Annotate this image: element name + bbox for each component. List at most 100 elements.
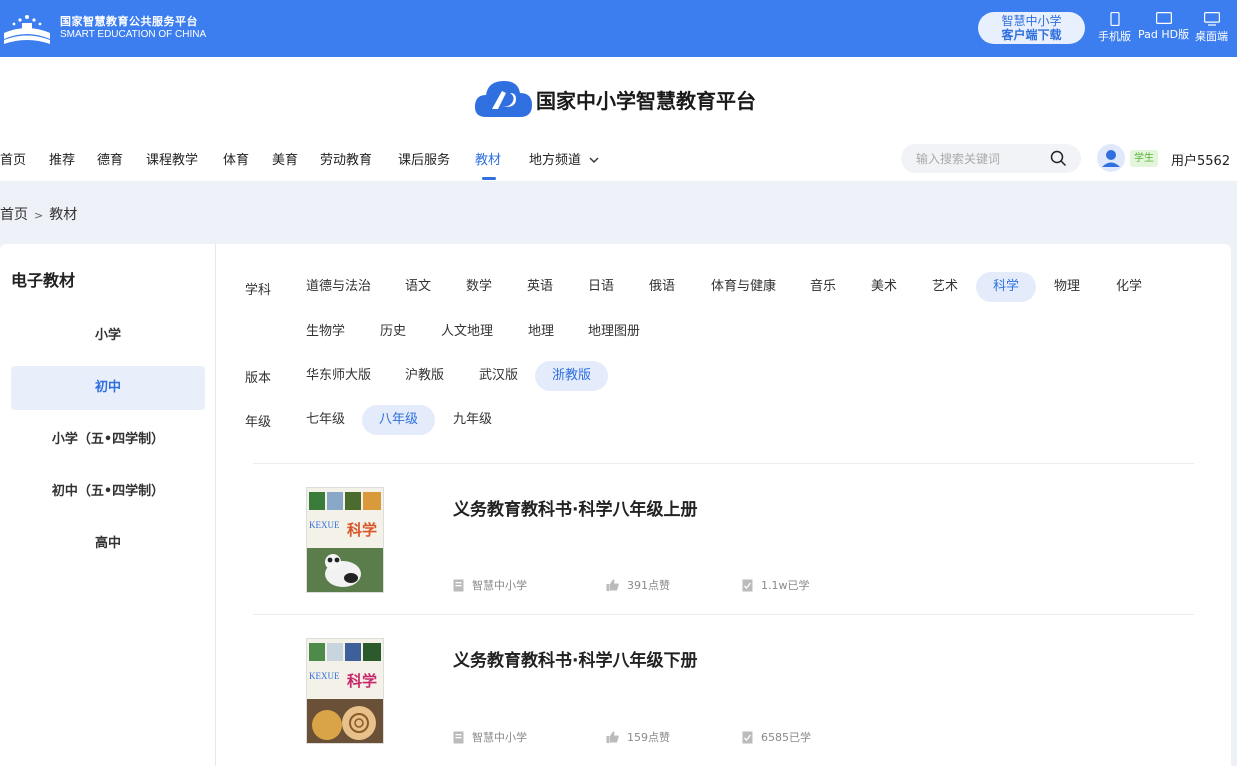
book-publisher: 智慧中小学 xyxy=(453,729,527,745)
document-icon xyxy=(453,731,464,743)
breadcrumb-current: 教材 xyxy=(49,207,78,223)
device-desktop[interactable]: 桌面端 xyxy=(1195,12,1228,44)
breadcrumb: 首页 > 教材 xyxy=(0,204,77,224)
device-pad-label: Pad HD版 xyxy=(1138,28,1190,41)
breadcrumb-home[interactable]: 首页 xyxy=(0,207,28,223)
device-pad[interactable]: Pad HD版 xyxy=(1138,12,1189,42)
search-input[interactable]: 输入搜索关键词 xyxy=(916,150,1000,167)
role-badge: 学生 xyxy=(1130,150,1158,167)
document-icon xyxy=(453,579,464,591)
search-icon[interactable] xyxy=(1050,150,1067,167)
sidebar-item-junior[interactable]: 初中 xyxy=(11,366,205,410)
study-icon xyxy=(742,731,753,743)
download-line1: 智慧中小学 xyxy=(1001,14,1062,28)
book-cover-image: KEXUE 科学 xyxy=(307,639,383,743)
device-desktop-label: 桌面端 xyxy=(1195,30,1228,43)
smart-education-logo-icon xyxy=(4,15,50,44)
subject-chip[interactable]: 道德与法治 xyxy=(289,272,388,302)
sidebar: 电子教材 小学 初中 小学（五•四学制） 初中（五•四学制） 高中 xyxy=(0,244,216,766)
cover-pinyin: KEXUE xyxy=(309,520,340,530)
breadcrumb-separator: > xyxy=(34,209,44,222)
cover-title: 科学 xyxy=(347,521,377,539)
subject-chip[interactable]: 艺术 xyxy=(915,272,975,302)
client-download-button[interactable]: 智慧中小学 客户端下载 xyxy=(978,12,1085,44)
edition-chip[interactable]: 沪教版 xyxy=(388,361,461,391)
device-phone[interactable]: 手机版 xyxy=(1098,12,1131,44)
subject-chip[interactable]: 俄语 xyxy=(632,272,692,302)
cover-pinyin: KEXUE xyxy=(309,671,340,681)
cloud-logo-icon xyxy=(474,81,532,117)
learned-text: 6585已学 xyxy=(761,731,811,744)
sidebar-item-senior[interactable]: 高中 xyxy=(11,522,205,566)
book-title[interactable]: 义务教育教科书·科学八年级下册 xyxy=(453,646,697,671)
site-title: 国家中小学智慧教育平台 xyxy=(536,88,756,113)
nav-labor[interactable]: 劳动教育 xyxy=(320,149,372,168)
edition-chip[interactable]: 武汉版 xyxy=(462,361,535,391)
avatar[interactable] xyxy=(1097,144,1125,172)
cover-title: 科学 xyxy=(347,672,377,690)
top-bar: 国家智慧教育公共服务平台 SMART EDUCATION OF CHINA 智慧… xyxy=(0,0,1237,57)
subject-chip[interactable]: 音乐 xyxy=(793,272,853,302)
grade-filter-label: 年级 xyxy=(245,415,272,430)
sidebar-item-primary-54[interactable]: 小学（五•四学制） xyxy=(11,418,205,462)
subject-chip[interactable]: 历史 xyxy=(363,317,423,347)
nav-textbooks[interactable]: 教材 xyxy=(475,149,501,168)
book-title[interactable]: 义务教育教科书·科学八年级上册 xyxy=(453,495,697,520)
brand[interactable]: 国家智慧教育公共服务平台 SMART EDUCATION OF CHINA xyxy=(0,8,206,48)
subject-chip[interactable]: 地理 xyxy=(511,317,571,347)
nav-moral[interactable]: 德育 xyxy=(97,149,123,168)
book-likes[interactable]: 159点赞 xyxy=(606,729,670,745)
site-logo[interactable]: 国家中小学智慧教育平台 xyxy=(472,77,756,121)
site-header: 国家中小学智慧教育平台 首页 推荐 德育 课程教学 体育 美育 劳动教育 课后服… xyxy=(0,57,1237,181)
subject-chip[interactable]: 英语 xyxy=(510,272,570,302)
list-item[interactable]: KEXUE 科学 义务教育教科书·科学八年级上册 智慧中小学 391点赞 1.1… xyxy=(253,464,1194,614)
brand-name-en: SMART EDUCATION OF CHINA xyxy=(60,29,207,40)
nav-local-channel-label: 地方频道 xyxy=(529,153,582,168)
sidebar-item-primary[interactable]: 小学 xyxy=(11,314,205,358)
subject-chip[interactable]: 地理图册 xyxy=(571,317,657,347)
nav-active-indicator xyxy=(482,177,496,180)
edition-chip-active[interactable]: 浙教版 xyxy=(535,361,609,391)
subject-chip[interactable]: 物理 xyxy=(1037,272,1097,302)
grade-chip[interactable]: 七年级 xyxy=(289,405,362,435)
nav-home[interactable]: 首页 xyxy=(0,149,26,168)
device-phone-label: 手机版 xyxy=(1098,30,1131,43)
user-name[interactable]: 用户5562 xyxy=(1171,150,1230,169)
subject-chip[interactable]: 体育与健康 xyxy=(694,272,793,302)
sidebar-item-junior-54[interactable]: 初中（五•四学制） xyxy=(11,470,205,514)
search-box[interactable]: 输入搜索关键词 xyxy=(901,144,1081,173)
subject-chip[interactable]: 美术 xyxy=(854,272,914,302)
subject-chip[interactable]: 语文 xyxy=(388,272,448,302)
book-cover-image: KEXUE 科学 xyxy=(307,488,383,592)
subject-chip-active[interactable]: 科学 xyxy=(976,272,1037,302)
nav-local-channel[interactable]: 地方频道 xyxy=(529,149,599,168)
book-cover[interactable]: KEXUE 科学 xyxy=(306,487,384,593)
book-likes[interactable]: 391点赞 xyxy=(606,577,670,593)
publisher-text: 智慧中小学 xyxy=(472,579,527,592)
user-icon xyxy=(1102,150,1120,167)
nav-courses[interactable]: 课程教学 xyxy=(146,149,198,168)
desktop-icon xyxy=(1203,12,1220,26)
grade-chip[interactable]: 九年级 xyxy=(436,405,509,435)
subject-chip[interactable]: 人文地理 xyxy=(424,317,510,347)
likes-text: 159点赞 xyxy=(627,731,670,744)
edition-chip[interactable]: 华东师大版 xyxy=(289,361,388,391)
list-item[interactable]: KEXUE 科学 义务教育教科书·科学八年级下册 智慧中小学 159点赞 658… xyxy=(253,615,1194,765)
subject-chip[interactable]: 数学 xyxy=(449,272,509,302)
nav-sports[interactable]: 体育 xyxy=(223,149,249,168)
learned-text: 1.1w已学 xyxy=(761,579,810,592)
sidebar-title: 电子教材 xyxy=(11,271,76,290)
subject-filter-label: 学科 xyxy=(245,283,272,298)
thumbs-up-icon xyxy=(606,579,619,591)
edition-filter-label: 版本 xyxy=(245,371,272,386)
tablet-icon xyxy=(1155,12,1172,24)
nav-recommend[interactable]: 推荐 xyxy=(49,149,75,168)
nav-arts[interactable]: 美育 xyxy=(272,149,298,168)
subject-chip[interactable]: 生物学 xyxy=(289,317,362,347)
grade-chip-active[interactable]: 八年级 xyxy=(362,405,436,435)
subject-chip[interactable]: 日语 xyxy=(571,272,631,302)
subject-chip[interactable]: 化学 xyxy=(1099,272,1159,302)
nav-after-school[interactable]: 课后服务 xyxy=(398,149,450,168)
brand-name-cn: 国家智慧教育公共服务平台 xyxy=(60,15,198,28)
book-cover[interactable]: KEXUE 科学 xyxy=(306,638,384,744)
